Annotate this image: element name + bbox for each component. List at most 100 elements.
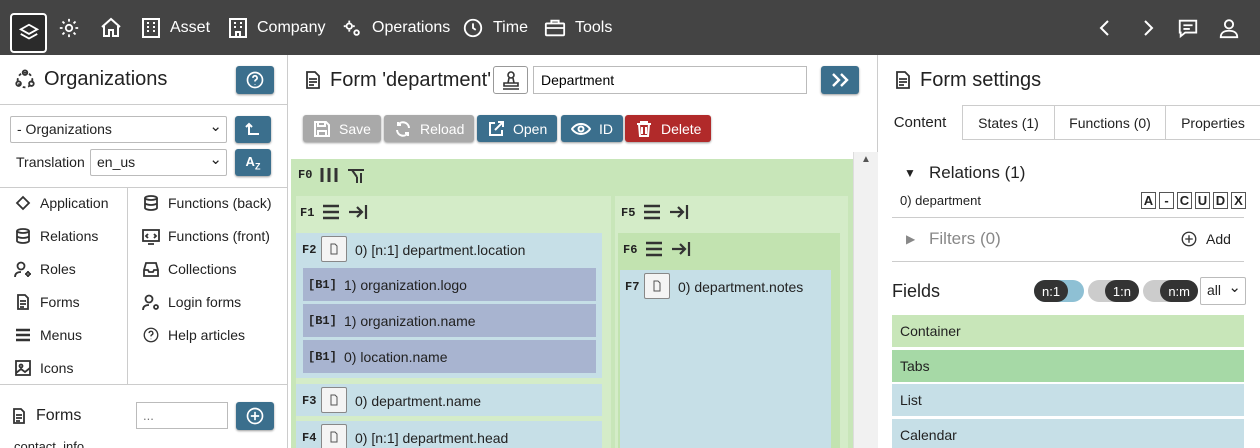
nav-tools[interactable]: Tools xyxy=(544,0,612,55)
menu-functions-back[interactable]: Functions (back) xyxy=(142,192,271,214)
database-icon xyxy=(16,228,30,244)
form-editor-panel: Form 'department' Save Reload Open ID De… xyxy=(288,55,878,448)
crud-dash[interactable]: - xyxy=(1159,192,1174,209)
menu-collections[interactable]: Collections xyxy=(142,258,236,280)
field-list[interactable]: List xyxy=(892,384,1244,416)
top-bar: Asset Company Operations Time Tools xyxy=(0,0,1260,55)
delete-label: Delete xyxy=(661,120,702,137)
field-settings-button[interactable] xyxy=(321,387,347,413)
form-name-input[interactable] xyxy=(533,66,807,94)
form-list-item[interactable]: contact_info xyxy=(14,439,84,448)
crud-d[interactable]: D xyxy=(1213,192,1228,209)
question-icon xyxy=(143,327,159,343)
home-button[interactable] xyxy=(99,0,123,55)
expand-button[interactable] xyxy=(821,66,859,94)
menu-application[interactable]: Application xyxy=(14,192,109,214)
filters-expand-icon[interactable]: ▶ xyxy=(906,232,915,246)
menu-login-forms[interactable]: Login forms xyxy=(142,291,241,313)
filters-title: Filters (0) xyxy=(929,229,1001,248)
menu-login-forms-label: Login forms xyxy=(168,294,242,310)
menu-menus[interactable]: Menus xyxy=(14,324,82,346)
arrow-to-right-icon[interactable] xyxy=(347,203,369,221)
crud-c[interactable]: C xyxy=(1177,192,1192,209)
b-item: 1) organization.name xyxy=(344,313,476,329)
scrollbar[interactable]: ▲ xyxy=(853,152,878,448)
forms-filter-input[interactable] xyxy=(136,402,228,429)
align-bottom-icon[interactable] xyxy=(346,167,366,185)
toggle-1n[interactable]: 1:n xyxy=(1088,280,1139,302)
crud-a[interactable]: A xyxy=(1141,192,1156,209)
level-up-icon xyxy=(245,122,259,135)
field-container[interactable]: Container xyxy=(892,315,1244,347)
tab-properties[interactable]: Properties xyxy=(1166,105,1260,140)
building-icon xyxy=(142,17,160,38)
menu-roles[interactable]: Roles xyxy=(14,258,76,280)
layers-logo-button[interactable] xyxy=(10,13,47,53)
field-calendar[interactable]: Calendar xyxy=(892,419,1244,448)
chevron-right-icon xyxy=(1144,19,1154,36)
sort-az-button[interactable]: AZ xyxy=(235,149,271,176)
menu-functions-front[interactable]: Functions (front) xyxy=(142,225,270,247)
user-button[interactable] xyxy=(1218,0,1240,55)
field-settings-button[interactable] xyxy=(321,236,347,262)
nav-operations[interactable]: Operations xyxy=(341,0,450,55)
add-filter-button[interactable]: Add xyxy=(1180,228,1231,250)
open-button[interactable]: Open xyxy=(477,115,558,142)
list-icon[interactable] xyxy=(644,240,664,258)
menu-functions-front-label: Functions (front) xyxy=(168,228,270,244)
arrow-to-right-icon[interactable] xyxy=(668,203,690,221)
toggle-nm[interactable]: n:m xyxy=(1143,280,1198,302)
fields-title: Fields xyxy=(892,281,941,301)
doc-icon xyxy=(330,431,338,443)
nav-company-label: Company xyxy=(257,18,326,36)
reload-button[interactable]: Reload xyxy=(384,115,475,142)
back-button[interactable] xyxy=(1097,0,1113,55)
organization-select[interactable]: - Organizations xyxy=(10,116,227,143)
tab-content[interactable]: Content xyxy=(878,105,963,140)
menu-relations[interactable]: Relations xyxy=(14,225,98,247)
f4-text: 0) [n:1] department.head xyxy=(355,430,509,446)
fields-filter-select[interactable]: all xyxy=(1200,277,1246,305)
menu-icons[interactable]: Icons xyxy=(14,357,73,379)
arrow-to-right-icon[interactable] xyxy=(670,240,692,258)
columns-icon[interactable] xyxy=(318,165,340,185)
field-settings-button[interactable] xyxy=(321,424,347,448)
forms-section-title: Forms xyxy=(36,407,82,424)
toggle-n1[interactable]: n:1 xyxy=(1034,280,1084,302)
tab-functions[interactable]: Functions (0) xyxy=(1055,105,1166,140)
relations-title: Relations (1) xyxy=(929,163,1026,182)
menu-forms[interactable]: Forms xyxy=(14,291,80,313)
nav-time[interactable]: Time xyxy=(462,0,528,55)
preset-button[interactable] xyxy=(493,66,528,94)
relation-item: 0) department xyxy=(900,193,981,208)
id-button[interactable]: ID xyxy=(561,115,623,142)
crud-x[interactable]: X xyxy=(1231,192,1246,209)
list-icon[interactable] xyxy=(642,203,662,221)
database-code-icon xyxy=(144,195,158,211)
floppy-icon xyxy=(314,120,330,137)
relations-expand-icon[interactable]: ▼ xyxy=(904,166,916,180)
form-icon xyxy=(17,294,29,310)
forward-button[interactable] xyxy=(1140,0,1156,55)
field-tabs[interactable]: Tabs xyxy=(892,350,1244,382)
save-button[interactable]: Save xyxy=(303,115,381,142)
translation-select[interactable]: en_us xyxy=(90,149,227,176)
delete-button[interactable]: Delete xyxy=(625,115,712,142)
tab-states[interactable]: States (1) xyxy=(963,105,1055,140)
divider xyxy=(0,384,288,385)
add-form-button[interactable] xyxy=(236,402,274,430)
external-link-icon xyxy=(489,120,504,136)
gears-icon xyxy=(343,20,360,36)
reload-label: Reload xyxy=(420,120,465,137)
help-button[interactable] xyxy=(236,66,274,94)
nav-company[interactable]: Company xyxy=(228,0,325,55)
crud-u[interactable]: U xyxy=(1195,192,1210,209)
menu-help-articles[interactable]: Help articles xyxy=(142,324,245,346)
settings-button[interactable] xyxy=(58,0,80,55)
go-up-button[interactable] xyxy=(235,116,271,143)
feedback-button[interactable] xyxy=(1177,0,1199,55)
nav-asset[interactable]: Asset xyxy=(141,0,210,55)
field-settings-button[interactable] xyxy=(644,273,670,299)
list-icon[interactable] xyxy=(321,203,341,221)
menu-collections-label: Collections xyxy=(168,261,237,277)
